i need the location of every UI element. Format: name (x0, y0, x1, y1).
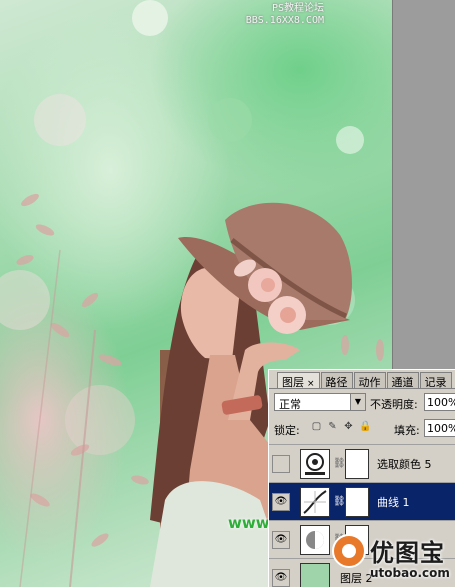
eye-icon[interactable]: 👁 (272, 492, 290, 511)
tab-channels[interactable]: 通道 (386, 372, 419, 389)
eye-icon[interactable]: 👁 (272, 568, 290, 587)
layer-name: 曲线 1 (377, 495, 410, 509)
watermark-site-url: BBS.16XX8.COM (245, 15, 324, 26)
layer-row-selective-color[interactable]: ⛓ 选取颜色 5 (269, 444, 455, 482)
fill-label: 填充: (394, 424, 420, 437)
tab-channels-label: 通道 (391, 376, 414, 389)
tab-paths-label: 路径 (325, 376, 348, 389)
eye-icon[interactable]: 👁 (272, 530, 290, 549)
layer-name: 选取颜色 5 (377, 457, 432, 471)
tab-layers-label: 图层 (282, 376, 304, 389)
tab-actions-label: 动作 (358, 376, 381, 389)
adjustment-icon (300, 524, 330, 555)
tab-actions[interactable]: 动作 (353, 372, 386, 389)
utobao-logo: 优图宝 utobao.com (330, 530, 455, 587)
tab-history[interactable]: 记录 (419, 372, 452, 389)
tab-layers[interactable]: 图层 × (277, 372, 320, 389)
blend-mode-select[interactable]: 正常 ▼ (274, 393, 366, 411)
lock-transparency-icon[interactable]: ▢ (311, 421, 322, 432)
lock-position-icon[interactable]: ✥ (343, 421, 354, 432)
selective-color-icon (300, 448, 330, 479)
visibility-toggle[interactable] (272, 454, 290, 473)
curves-icon (300, 486, 330, 517)
tab-paths[interactable]: 路径 (320, 372, 353, 389)
tab-history-label: 记录 (424, 376, 447, 389)
blend-mode-value: 正常 (279, 398, 301, 411)
layer-mask-thumb[interactable] (345, 448, 369, 479)
lock-label: 锁定: (274, 424, 300, 437)
watermark-top: PS教程论坛 BBS.16XX8.COM (246, 3, 324, 27)
watermark-site-cn: PS教程论坛 (271, 3, 324, 14)
lock-all-icon[interactable]: 🔒 (359, 421, 371, 432)
logo-mark-icon (332, 534, 366, 568)
panel-tabs: 图层 × 路径 动作 通道 记录 (269, 370, 455, 389)
link-icon[interactable]: ⛓ (333, 458, 346, 469)
chevron-down-icon[interactable]: ▼ (350, 394, 365, 410)
opacity-input[interactable]: 100% (424, 393, 455, 411)
layer-row-curves[interactable]: 👁 ⛓ 曲线 1 (269, 482, 455, 520)
opacity-label: 不透明度: (370, 398, 418, 411)
logo-text-cn: 优图宝 (370, 539, 445, 567)
layer-mask-thumb[interactable] (345, 486, 369, 517)
lock-pixels-icon[interactable]: ✎ (327, 421, 338, 432)
logo-text-en: utobao.com (370, 566, 450, 580)
link-icon[interactable]: ⛓ (333, 496, 346, 507)
fill-input[interactable]: 100% (424, 419, 455, 437)
close-icon[interactable]: × (307, 379, 315, 389)
photo-thumb (300, 562, 330, 587)
